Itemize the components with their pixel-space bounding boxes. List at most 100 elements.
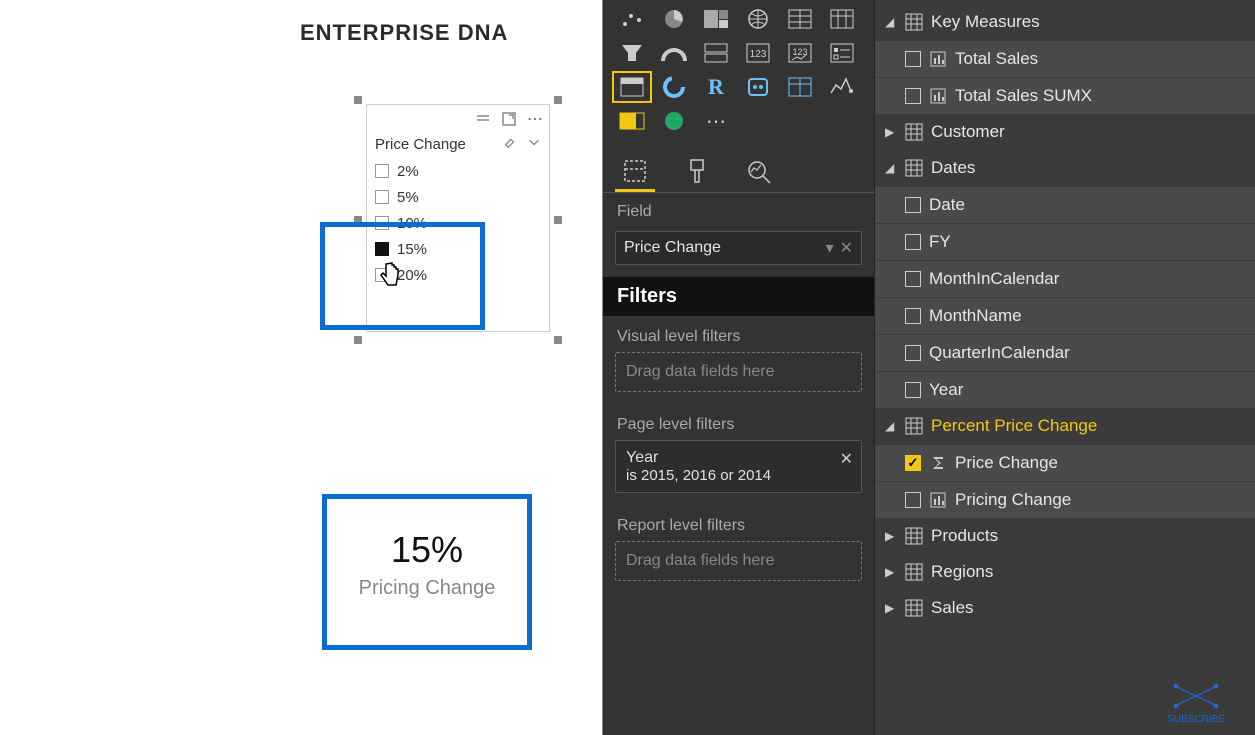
collapse-icon[interactable]: ◢ bbox=[885, 161, 897, 175]
slicer-option-label: 10% bbox=[397, 215, 427, 232]
viz-matrix-icon[interactable] bbox=[823, 4, 861, 34]
drag-handle-icon[interactable] bbox=[475, 111, 491, 127]
table-label: Regions bbox=[931, 562, 993, 582]
checkbox-icon[interactable] bbox=[905, 88, 921, 104]
fields-tab[interactable] bbox=[615, 152, 655, 192]
viz-custom1-icon[interactable] bbox=[739, 72, 777, 102]
checkbox-icon[interactable] bbox=[905, 345, 921, 361]
field-row[interactable]: QuarterInCalendar bbox=[875, 335, 1255, 371]
chevron-down-icon[interactable]: ▾ bbox=[826, 238, 834, 258]
focus-mode-icon[interactable] bbox=[501, 111, 517, 127]
field-row[interactable]: MonthName bbox=[875, 298, 1255, 334]
checkbox-icon[interactable] bbox=[905, 492, 921, 508]
viz-gauge-icon[interactable] bbox=[655, 38, 693, 68]
close-icon[interactable]: ✕ bbox=[840, 449, 853, 469]
format-tab[interactable] bbox=[677, 152, 717, 192]
field-label: Pricing Change bbox=[955, 490, 1071, 510]
visual-filters-dropzone[interactable]: Drag data fields here bbox=[615, 352, 862, 392]
viz-funnel-icon[interactable] bbox=[613, 38, 651, 68]
checkbox-icon[interactable] bbox=[905, 51, 921, 67]
expand-icon[interactable]: ▶ bbox=[885, 529, 897, 543]
table-row[interactable]: ◢Key Measures bbox=[875, 4, 1255, 40]
table-row[interactable]: ▶Customer bbox=[875, 114, 1255, 150]
viz-table-icon[interactable] bbox=[781, 4, 819, 34]
year-filter-card[interactable]: Year is 2015, 2016 or 2014 ✕ bbox=[615, 440, 862, 493]
checkbox-icon[interactable] bbox=[375, 268, 389, 282]
card-visual[interactable]: 15% Pricing Change bbox=[322, 494, 532, 650]
viz-pie-icon[interactable] bbox=[655, 4, 693, 34]
viz-slicer-icon[interactable] bbox=[823, 38, 861, 68]
viz-r-icon[interactable]: R bbox=[697, 72, 735, 102]
viz-selected-icon[interactable] bbox=[613, 72, 651, 102]
field-row[interactable]: Date bbox=[875, 187, 1255, 223]
resize-handle[interactable] bbox=[354, 96, 362, 104]
viz-treemap-icon[interactable] bbox=[697, 4, 735, 34]
table-row[interactable]: ▶Products bbox=[875, 518, 1255, 554]
field-well[interactable]: Price Change ▾ ✕ bbox=[615, 231, 862, 265]
table-row[interactable]: ◢Dates bbox=[875, 150, 1255, 186]
eraser-icon[interactable] bbox=[503, 135, 517, 154]
resize-handle[interactable] bbox=[554, 96, 562, 104]
field-row[interactable]: Price Change bbox=[875, 445, 1255, 481]
subscribe-badge[interactable]: SUBSCRIBE bbox=[1167, 681, 1225, 725]
field-row[interactable]: MonthInCalendar bbox=[875, 261, 1255, 297]
checkbox-icon[interactable] bbox=[905, 455, 921, 471]
slicer-option[interactable]: 20% bbox=[375, 262, 541, 288]
expand-icon[interactable]: ▶ bbox=[885, 601, 897, 615]
report-filters-dropzone[interactable]: Drag data fields here bbox=[615, 541, 862, 581]
filter-card-subtitle: is 2015, 2016 or 2014 bbox=[626, 467, 851, 484]
viz-globe-icon[interactable] bbox=[655, 106, 693, 136]
field-row[interactable]: Total Sales SUMX bbox=[875, 78, 1255, 114]
field-label: Date bbox=[929, 195, 965, 215]
viz-more-icon[interactable]: ⋯ bbox=[697, 106, 735, 136]
resize-handle[interactable] bbox=[354, 336, 362, 344]
collapse-icon[interactable]: ◢ bbox=[885, 419, 897, 433]
remove-field-icon[interactable]: ✕ bbox=[840, 238, 853, 258]
sigma-icon bbox=[929, 454, 947, 472]
measure-icon bbox=[929, 87, 947, 105]
checkbox-icon[interactable] bbox=[905, 234, 921, 250]
field-row[interactable]: Year bbox=[875, 372, 1255, 408]
resize-handle[interactable] bbox=[554, 336, 562, 344]
measure-icon bbox=[929, 50, 947, 68]
checkbox-icon[interactable] bbox=[905, 197, 921, 213]
checkbox-icon[interactable] bbox=[905, 271, 921, 287]
viz-scatter-icon[interactable] bbox=[613, 4, 651, 34]
checkbox-icon[interactable] bbox=[375, 242, 389, 256]
checkbox-icon[interactable] bbox=[905, 308, 921, 324]
slicer-option[interactable]: 10% bbox=[375, 210, 541, 236]
viz-map-icon[interactable] bbox=[739, 4, 777, 34]
field-row[interactable]: Pricing Change bbox=[875, 482, 1255, 518]
more-options-icon[interactable]: ⋯ bbox=[527, 111, 543, 127]
viz-custom4-icon[interactable] bbox=[613, 106, 651, 136]
table-row[interactable]: ◢ Percent Price Change bbox=[875, 408, 1255, 444]
field-row[interactable]: Total Sales bbox=[875, 41, 1255, 77]
viz-custom3-icon[interactable] bbox=[823, 72, 861, 102]
field-row[interactable]: FY bbox=[875, 224, 1255, 260]
expand-icon[interactable]: ▶ bbox=[885, 125, 897, 139]
viz-card-icon[interactable]: 123 bbox=[739, 38, 777, 68]
table-row[interactable]: ▶Sales bbox=[875, 590, 1255, 626]
viz-kpi-icon[interactable]: 123 bbox=[781, 38, 819, 68]
card-value: 15% bbox=[327, 529, 527, 571]
slicer-option[interactable]: 2% bbox=[375, 158, 541, 184]
slicer-option[interactable]: 5% bbox=[375, 184, 541, 210]
analytics-tab[interactable] bbox=[739, 152, 779, 192]
table-row[interactable]: ▶ Regions bbox=[875, 554, 1255, 590]
viz-donut-icon[interactable] bbox=[655, 72, 693, 102]
table-label: Percent Price Change bbox=[931, 416, 1097, 436]
viz-multirowcard-icon[interactable] bbox=[697, 38, 735, 68]
checkbox-icon[interactable] bbox=[375, 164, 389, 178]
svg-text:123: 123 bbox=[750, 49, 767, 60]
viz-custom2-icon[interactable] bbox=[781, 72, 819, 102]
slicer-visual[interactable]: ⋯ Price Change 2%5%10%15%20% bbox=[358, 100, 558, 340]
resize-handle[interactable] bbox=[554, 216, 562, 224]
resize-handle[interactable] bbox=[354, 216, 362, 224]
collapse-icon[interactable]: ◢ bbox=[885, 15, 897, 29]
expand-icon[interactable]: ▶ bbox=[885, 565, 897, 579]
chevron-down-icon[interactable] bbox=[527, 135, 541, 154]
checkbox-icon[interactable] bbox=[375, 216, 389, 230]
checkbox-icon[interactable] bbox=[905, 382, 921, 398]
checkbox-icon[interactable] bbox=[375, 190, 389, 204]
slicer-option[interactable]: 15% bbox=[375, 236, 541, 262]
